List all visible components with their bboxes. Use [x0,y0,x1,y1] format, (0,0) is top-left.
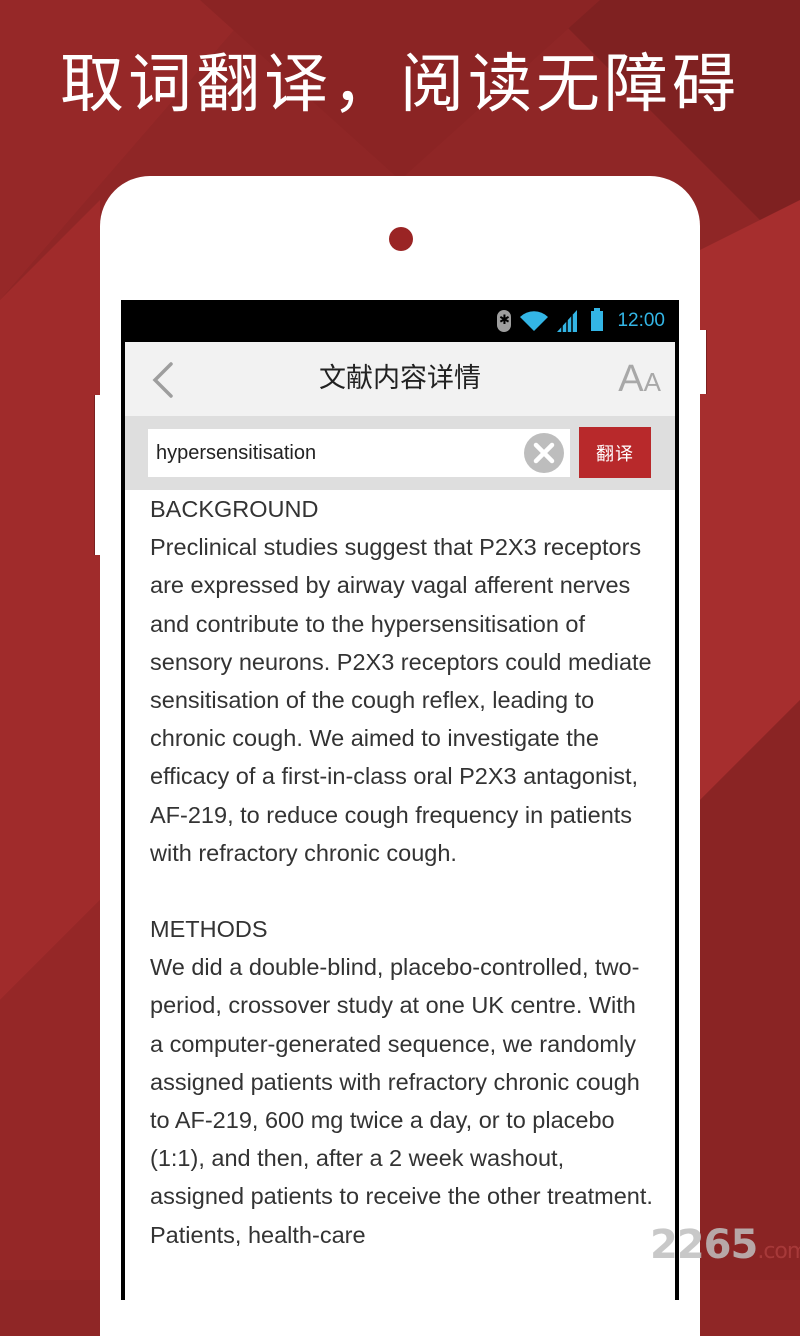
close-icon [533,442,555,464]
search-bar: 翻译 [125,416,675,490]
battery-icon [591,308,604,331]
phone-side-button-right [700,330,707,394]
article-section: BACKGROUND Preclinical studies suggest t… [150,490,655,872]
phone-camera [389,227,413,251]
clear-search-button[interactable] [524,433,564,473]
article-section: METHODS We did a double-blind, placebo-c… [150,910,655,1254]
chevron-left-icon [152,362,173,398]
bluetooth-icon: ✱ [497,310,512,332]
watermark-domain: .com [757,1239,800,1264]
section-heading: BACKGROUND [150,496,319,522]
back-button[interactable] [147,360,183,400]
app-bar: 文献内容详情 AA [125,342,675,416]
article-content: BACKGROUND Preclinical studies suggest t… [150,490,655,1254]
font-size-button[interactable]: AA [618,356,661,402]
section-heading: METHODS [150,916,268,943]
search-input[interactable] [156,429,516,477]
font-size-icon-small: A [643,367,661,397]
promo-headline: 取词翻译，阅读无障碍 [60,48,740,122]
signal-icon [557,310,578,332]
translate-button[interactable]: 翻译 [579,427,651,478]
app-screen: 文献内容详情 AA 翻译 [125,342,675,1300]
watermark: 2265.com [650,1222,800,1272]
watermark-number: 2265 [650,1222,758,1268]
wifi-icon [520,311,549,331]
font-size-icon-large: A [618,358,644,400]
status-time: 12:00 [617,310,665,331]
status-bar: ✱ 12:00 [121,300,679,342]
search-box [148,429,570,477]
phone-screen: ✱ 12:00 文献内容详情 AA hypersensitisation 翻译 … [121,300,679,1300]
section-body: We did a double-blind, placebo-controlle… [150,954,653,1248]
section-body: Preclinical studies suggest that P2X3 re… [150,534,652,866]
page-title: 文献内容详情 [319,363,481,394]
